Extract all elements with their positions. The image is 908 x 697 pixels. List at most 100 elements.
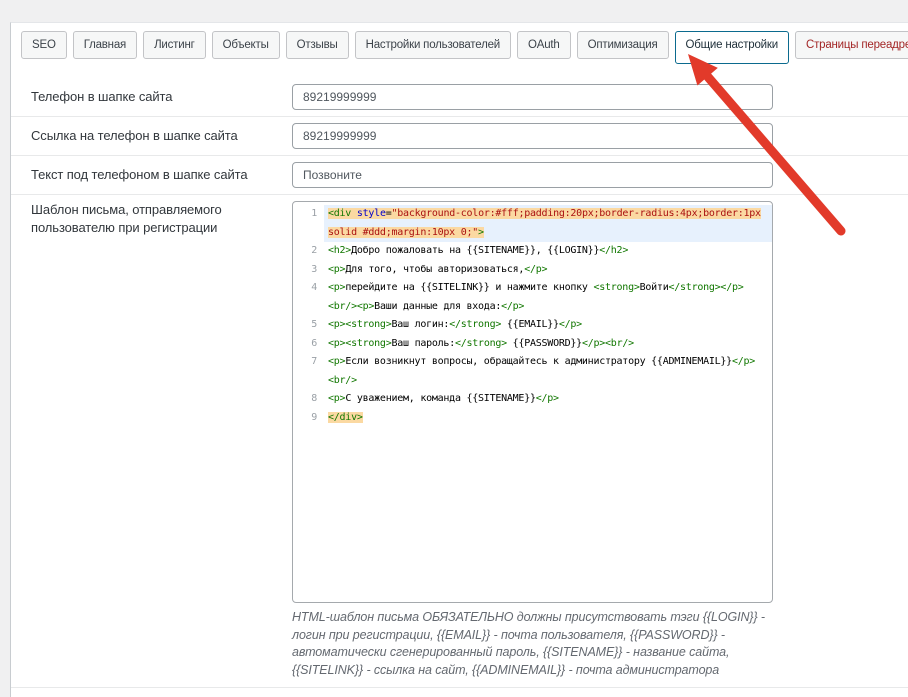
line-number: 7 [293, 353, 324, 372]
line-code: <p>Если возникнут вопросы, обращайтесь к… [324, 353, 772, 372]
settings-form: Телефон в шапке сайта Ссылка на телефон в… [11, 78, 908, 195]
editor-line: solid #ddd;margin:10px 0;"> [293, 224, 772, 243]
line-code: <p>С уважением, команда {{SITENAME}}</p> [324, 390, 772, 409]
editor-line: 6<p><strong>Ваш пароль:</strong> {{PASSW… [293, 335, 772, 354]
code-token: <br/> [328, 301, 357, 312]
line-number [293, 224, 324, 243]
editor-line: <br/><p>Ваши данные для входа:</p> [293, 298, 772, 317]
line-code: <p><strong>Ваш пароль:</strong> {{PASSWO… [324, 335, 772, 354]
line-code: <div style="background-color:#fff;paddin… [324, 205, 772, 224]
matching-tag-highlight: </div> [328, 412, 363, 423]
code-token: </strong> [668, 282, 720, 293]
line-number: 8 [293, 390, 324, 409]
code-token: > [478, 227, 484, 238]
code-token: <p> [328, 319, 345, 330]
tab-10[interactable]: Страницы переадресации [795, 31, 908, 59]
code-token: {{EMAIL}} [501, 319, 559, 330]
code-editor[interactable]: 1 <div style="background-color:#fff;paddi… [292, 201, 773, 603]
code-token: solid #ddd;margin:10px 0;" [328, 227, 478, 238]
code-token: С уважением, команда {{SITENAME}} [345, 393, 535, 404]
code-token: </p> [732, 356, 755, 367]
tab-8[interactable]: Оптимизация [577, 31, 669, 59]
code-token: Добро пожаловать на {{SITENAME}}, {{LOGI… [351, 245, 599, 256]
code-token: <br/> [328, 375, 357, 386]
text-input-2[interactable] [292, 123, 773, 149]
code-token: <p> [357, 301, 374, 312]
line-number: 2 [293, 242, 324, 261]
editor-line: 7<p>Если возникнут вопросы, обращайтесь … [293, 353, 772, 372]
form-row: Ссылка на телефон в шапке сайта [11, 117, 908, 156]
line-number: 5 [293, 316, 324, 335]
field-label: Телефон в шапке сайта [31, 88, 292, 106]
code-token: "background-color:#fff;padding:20px;bord… [392, 208, 761, 219]
tab-2[interactable]: Главная [73, 31, 137, 59]
editor-line: 3<p>Для того, чтобы авторизоваться,</p> [293, 261, 772, 280]
code-token: Войти [640, 282, 669, 293]
line-code: <br/> [324, 372, 772, 391]
matching-tag-highlight: <div style="background-color:#fff;paddin… [328, 208, 761, 219]
tab-6[interactable]: Настройки пользователей [355, 31, 511, 59]
line-code: solid #ddd;margin:10px 0;"> [324, 224, 772, 243]
tab-1[interactable]: SEO [21, 31, 67, 59]
code-token: Ваш логин: [391, 319, 449, 330]
line-number [293, 372, 324, 391]
code-token: Для того, чтобы авторизоваться, [345, 264, 524, 275]
code-token: <p> [328, 356, 345, 367]
code-token: </p> [720, 282, 743, 293]
tab-4[interactable]: Объекты [212, 31, 280, 59]
line-number: 1 [293, 205, 324, 224]
code-token: <p> [328, 282, 345, 293]
code-token: </h2> [599, 245, 628, 256]
tab-3[interactable]: Листинг [143, 31, 206, 59]
code-token: </strong> [449, 319, 501, 330]
code-token: <h2> [328, 245, 351, 256]
line-number: 3 [293, 261, 324, 280]
code-token: <p> [328, 393, 345, 404]
editor-line: 9 </div> [293, 409, 772, 428]
code-token: Ваши данные для входа: [374, 301, 501, 312]
email-template-column: 1 <div style="background-color:#fff;paddi… [292, 201, 781, 679]
code-token: </p> [501, 301, 524, 312]
code-token: <strong> [593, 282, 639, 293]
tab-9[interactable]: Общие настройки [675, 31, 789, 64]
line-number [293, 298, 324, 317]
code-token: перейдите на {{SITELINK}} и нажмите кноп… [345, 282, 593, 293]
editor-line: <br/> [293, 372, 772, 391]
form-row-email-template: Шаблон письма, отправляемого пользовател… [11, 195, 908, 688]
line-number: 9 [293, 409, 324, 428]
code-token: </p> [582, 338, 605, 349]
editor-line: 2<h2>Добро пожаловать на {{SITENAME}}, {… [293, 242, 772, 261]
tab-bar: SEOГлавнаяЛистингОбъектыОтзывыНастройки … [11, 23, 908, 69]
code-token: <br/> [605, 338, 634, 349]
code-token: </p> [536, 393, 559, 404]
form-row: Телефон в шапке сайта [11, 78, 908, 117]
settings-card: SEOГлавнаяЛистингОбъектыОтзывыНастройки … [10, 22, 908, 697]
field-label: Текст под телефоном в шапке сайта [31, 166, 292, 184]
field-label-email-template: Шаблон письма, отправляемого пользовател… [31, 201, 292, 236]
line-code: <p><strong>Ваш логин:</strong> {{EMAIL}}… [324, 316, 772, 335]
code-token: Если возникнут вопросы, обращайтесь к ад… [345, 356, 732, 367]
code-token: </p> [524, 264, 547, 275]
text-input-3[interactable] [292, 162, 773, 188]
line-code: </div> [324, 409, 772, 428]
code-token: </p> [559, 319, 582, 330]
code-token: <p> [328, 338, 345, 349]
field-label: Ссылка на телефон в шапке сайта [31, 127, 292, 145]
tab-5[interactable]: Отзывы [286, 31, 349, 59]
editor-line: 4<p>перейдите на {{SITELINK}} и нажмите … [293, 279, 772, 298]
code-token: <div [328, 208, 351, 219]
tab-7[interactable]: OAuth [517, 31, 571, 59]
editor-line: 5<p><strong>Ваш логин:</strong> {{EMAIL}… [293, 316, 772, 335]
line-code: <h2>Добро пожаловать на {{SITENAME}}, {{… [324, 242, 772, 261]
line-code: <br/><p>Ваши данные для входа:</p> [324, 298, 772, 317]
code-token: style [357, 208, 386, 219]
code-token: <p> [328, 264, 345, 275]
code-token: <strong> [345, 338, 391, 349]
form-row: Текст под телефоном в шапке сайта [11, 156, 908, 195]
code-token: </strong> [455, 338, 507, 349]
editor-line: 8<p>С уважением, команда {{SITENAME}}</p… [293, 390, 772, 409]
line-code: <p>перейдите на {{SITELINK}} и нажмите к… [324, 279, 772, 298]
line-code: <p>Для того, чтобы авторизоваться,</p> [324, 261, 772, 280]
line-number: 6 [293, 335, 324, 354]
text-input-1[interactable] [292, 84, 773, 110]
